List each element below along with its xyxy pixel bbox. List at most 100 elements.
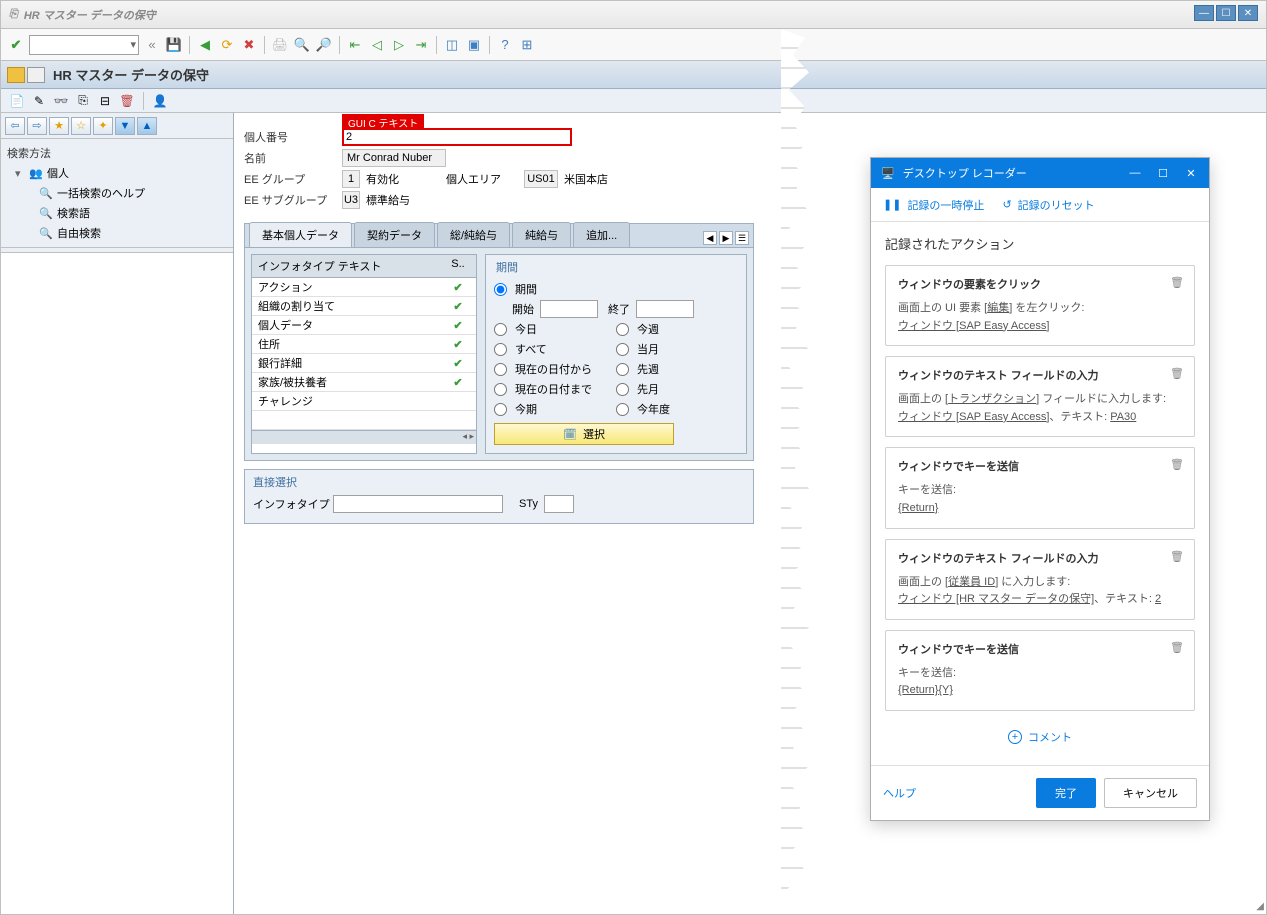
recorder-action-card[interactable]: 🗑ウィンドウのテキスト フィールドの入力画面上の [トランザクション] フィール… [885,356,1195,437]
nav-cancel-icon[interactable]: ✖ [240,36,258,54]
recorder-pause-button[interactable]: ❚❚ 記録の一時停止 [883,197,984,213]
print-icon[interactable]: 🖨 [271,36,289,54]
tab-contract[interactable]: 契約データ [354,222,435,247]
expand-button[interactable]: ▼ [115,117,135,135]
nav-left-button[interactable]: ⇦ [5,117,25,135]
infotype-row[interactable]: 個人データ✔ [252,316,476,335]
to-current-radio[interactable] [494,383,507,396]
recorder-reset-button[interactable]: ↺ 記録のリセット [1002,197,1094,213]
infotype-input[interactable] [333,495,503,513]
this-month-radio[interactable] [616,343,629,356]
personal-number-input[interactable] [342,128,572,146]
delete-action-icon[interactable]: 🗑 [1170,641,1184,655]
all-radio[interactable] [494,343,507,356]
layout-icon[interactable]: ⊞ [518,36,536,54]
recorder-done-button[interactable]: 完了 [1036,778,1096,808]
nav-right-button[interactable]: ⇨ [27,117,47,135]
prev-page-icon[interactable]: ◁ [368,36,386,54]
recorder-action-card[interactable]: 🗑ウィンドウでキーを送信キーを送信: {Return}{Y} [885,630,1195,711]
maximize-button[interactable]: ☐ [1216,5,1236,21]
edit-icon[interactable]: ✎ [31,93,47,109]
recorder-close[interactable]: ✕ [1183,167,1199,180]
recorder-action-card[interactable]: 🗑ウィンドウの要素をクリック画面上の UI 要素 [編集] を左クリック:ウィン… [885,265,1195,346]
first-page-icon[interactable]: ⇤ [346,36,364,54]
fav-other-button[interactable]: ✦ [93,117,113,135]
period-radio[interactable] [494,283,507,296]
collapse-button[interactable]: ▲ [137,117,157,135]
from-current-radio[interactable] [494,363,507,376]
command-field[interactable]: ▾ [29,35,139,55]
find-next-icon[interactable]: 🔎 [315,36,333,54]
last-page-icon[interactable]: ⇥ [412,36,430,54]
copy-icon[interactable]: ⎘ [75,93,91,109]
delete-action-icon[interactable]: 🗑 [1170,276,1184,290]
recorder-help-link[interactable]: ヘルプ [883,785,916,801]
this-year-radio[interactable] [616,403,629,416]
tree-item-search-term[interactable]: 🔍 検索語 [3,203,231,223]
left-toolbar: ⇦ ⇨ ★ ☆ ✦ ▼ ▲ [1,113,233,139]
tree-item-free-search[interactable]: 🔍 自由検索 [3,223,231,243]
tab-net[interactable]: 純給与 [512,222,571,247]
recorder-maximize[interactable]: ☐ [1155,167,1171,180]
infotype-row[interactable]: 組織の割り当て✔ [252,297,476,316]
menu-icon[interactable]: ⎘ [9,8,18,21]
this-week-radio[interactable] [616,323,629,336]
resize-grip-icon[interactable]: ◢ [1256,901,1264,912]
ok-icon[interactable]: ✔ [7,36,25,54]
infotype-row[interactable] [252,411,476,430]
delete-action-icon[interactable]: 🗑 [1170,367,1184,381]
select-button[interactable]: 🗓 選択 [494,423,674,445]
today-radio[interactable] [494,323,507,336]
sty-input[interactable] [544,495,574,513]
recorder-action-card[interactable]: 🗑ウィンドウでキーを送信キーを送信: {Return} [885,447,1195,528]
last-week-label: 先週 [637,361,659,377]
create-icon[interactable]: 📄 [9,93,25,109]
this-period-radio[interactable] [494,403,507,416]
find-icon[interactable]: 🔍 [293,36,311,54]
recorder-action-card[interactable]: 🗑ウィンドウのテキスト フィールドの入力画面上の [従業員 ID] に入力します… [885,539,1195,620]
delete-action-icon[interactable]: 🗑 [1170,458,1184,472]
close-button[interactable]: ✕ [1238,5,1258,21]
infotype-row[interactable]: アクション✔ [252,278,476,297]
tab-additional[interactable]: 追加... [573,222,630,247]
start-date-input[interactable] [540,300,598,318]
delete-action-icon[interactable]: 🗑 [1170,550,1184,564]
save-icon[interactable]: 💾 [165,36,183,54]
display-icon[interactable]: 👓 [53,93,69,109]
fav-manage-button[interactable]: ☆ [71,117,91,135]
tab-scroll-left[interactable]: ◀ [703,231,717,245]
nav-back-icon[interactable]: ◀ [196,36,214,54]
infotype-row-check: ✔ [446,376,470,389]
last-week-radio[interactable] [616,363,629,376]
tab-basic-personal[interactable]: 基本個人データ [249,222,352,247]
infotype-row[interactable]: 住所✔ [252,335,476,354]
recorder-minimize[interactable]: — [1127,167,1143,180]
tab-list[interactable]: ☰ [735,231,749,245]
tab-scroll-right[interactable]: ▶ [719,231,733,245]
recorder-cancel-button[interactable]: キャンセル [1104,778,1197,808]
back-icon[interactable]: « [143,36,161,54]
infotype-row[interactable]: 家族/被扶養者✔ [252,373,476,392]
infotype-row[interactable]: 銀行詳細✔ [252,354,476,373]
nav-exit-icon[interactable]: ⟳ [218,36,236,54]
fav-add-button[interactable]: ★ [49,117,69,135]
tree-item-batch-search[interactable]: 🔍 一括検索のヘルプ [3,183,231,203]
recorder-comment-button[interactable]: + コメント [885,721,1195,753]
minimize-button[interactable]: — [1194,5,1214,21]
last-month-radio[interactable] [616,383,629,396]
tab-gross-net[interactable]: 総/純給与 [437,222,510,247]
tree-root-personal[interactable]: ▾ 👥 個人 [3,163,231,183]
overview-icon[interactable]: 👤 [152,93,168,109]
end-date-input[interactable] [636,300,694,318]
help-icon[interactable]: ? [496,36,514,54]
action-title: ウィンドウでキーを送信 [898,641,1182,657]
delimit-icon[interactable]: ⊟ [97,93,113,109]
delete-icon[interactable]: 🗑 [119,93,135,109]
create-shortcut-icon[interactable]: ▣ [465,36,483,54]
infotype-row[interactable]: チャレンジ [252,392,476,411]
next-page-icon[interactable]: ▷ [390,36,408,54]
tree-toggle-icon[interactable]: ▾ [15,167,25,180]
new-session-icon[interactable]: ◫ [443,36,461,54]
header-icon-1[interactable] [7,67,25,83]
header-icon-2[interactable] [27,67,45,83]
